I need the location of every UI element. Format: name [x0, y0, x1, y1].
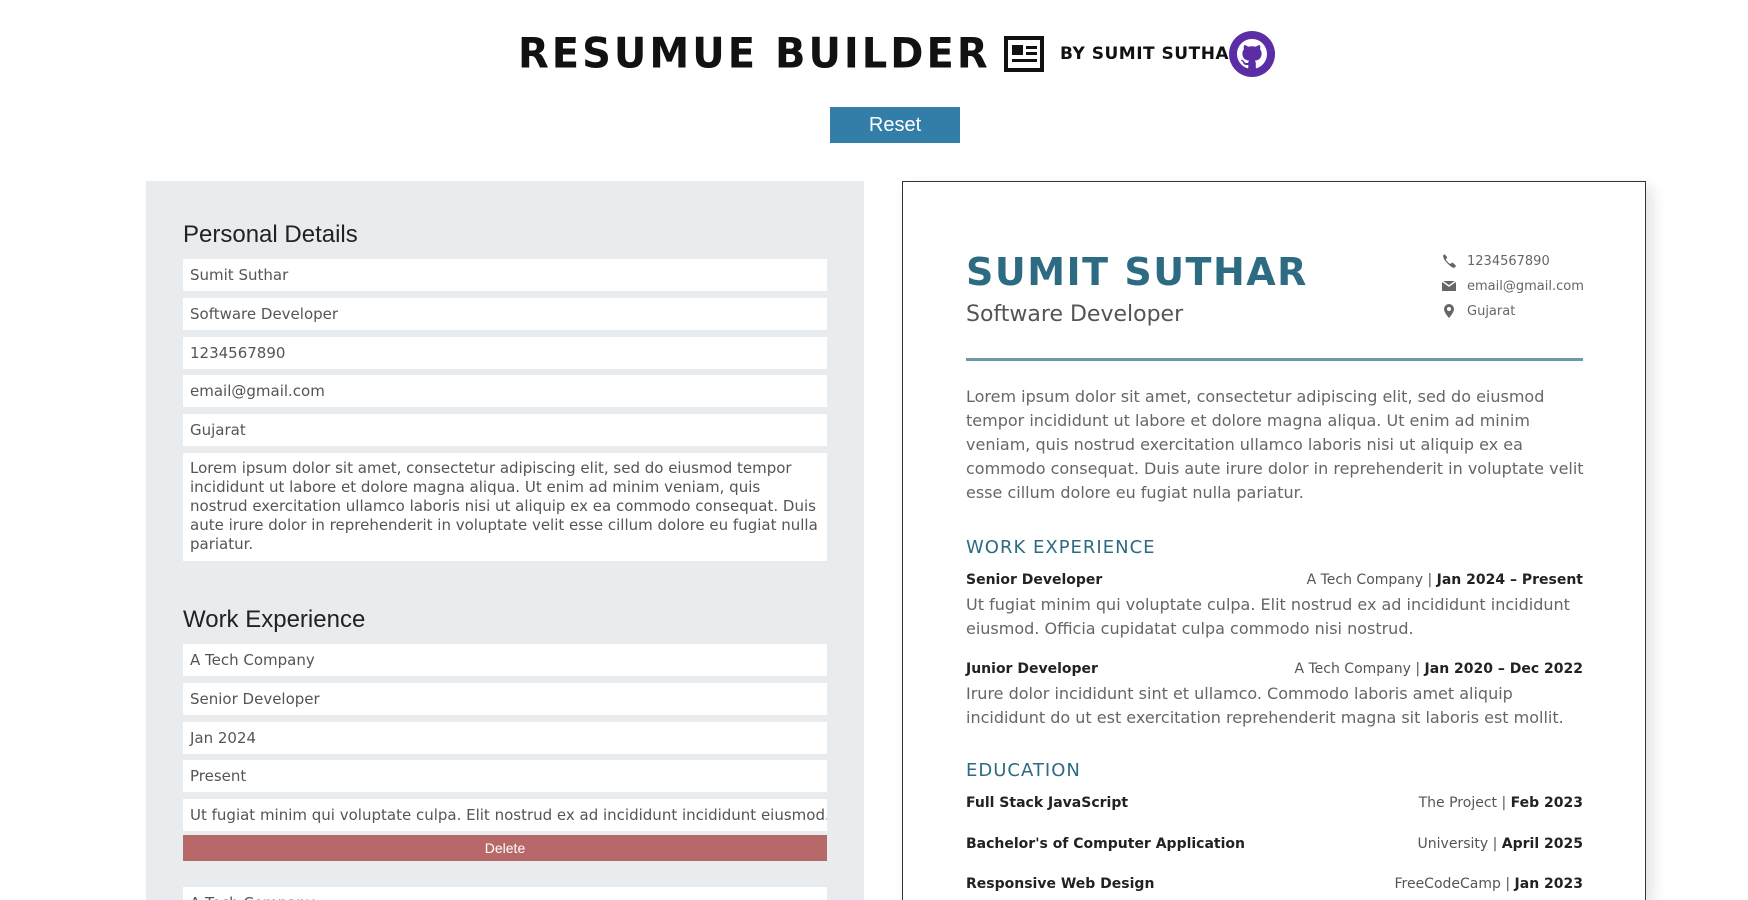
location-pin-icon	[1441, 303, 1459, 321]
summary-textarea[interactable]: Lorem ipsum dolor sit amet, consectetur …	[183, 453, 827, 561]
description-input[interactable]: Ut fugiat minim qui voluptate culpa. Eli…	[183, 799, 827, 831]
work-section-heading: WORK EXPERIENCE	[966, 537, 1156, 558]
personal-details-heading: Personal Details	[183, 221, 358, 248]
phone-icon	[1441, 253, 1459, 271]
role-input[interactable]: Senior Developer	[183, 683, 827, 715]
contact-location: Gujarat	[1441, 303, 1591, 323]
education-school: University	[1417, 836, 1489, 852]
author-byline: BY SUMIT SUTHAR	[1060, 44, 1243, 64]
app-title: RESUMUE BUILDER	[518, 29, 991, 79]
work-entry-header: Senior Developer A Tech Company | Jan 20…	[966, 572, 1583, 592]
resume-summary: Lorem ipsum dolor sit amet, consectetur …	[966, 387, 1584, 502]
editor-panel: Personal Details Sumit Suthar Software D…	[146, 181, 864, 900]
work-company: A Tech Company	[1306, 572, 1424, 588]
company-input[interactable]: A Tech Company	[183, 887, 827, 900]
contact-email: email@gmail.com	[1441, 278, 1591, 298]
resume-preview: SUMIT SUTHAR Software Developer 12345678…	[902, 181, 1646, 900]
delete-button[interactable]: Delete	[183, 835, 827, 861]
reset-button[interactable]: Reset	[830, 107, 960, 143]
education-school: FreeCodeCamp	[1394, 876, 1501, 892]
job-title-input[interactable]: Software Developer	[183, 298, 827, 330]
work-experience-heading: Work Experience	[183, 606, 366, 633]
education-date: Feb 2023	[1510, 795, 1583, 811]
resume-name: SUMIT SUTHAR	[966, 250, 1308, 294]
resume-title: Software Developer	[966, 302, 1184, 327]
mail-icon	[1441, 278, 1459, 296]
work-company: A Tech Company	[1294, 661, 1411, 677]
newspaper-icon	[1004, 36, 1044, 72]
contact-phone: 1234567890	[1441, 253, 1591, 273]
contact-location-text: Gujarat	[1467, 304, 1516, 319]
work-role: Senior Developer	[966, 572, 1103, 588]
start-date-input[interactable]: Jan 2024	[183, 722, 827, 754]
education-section-heading: EDUCATION	[966, 760, 1081, 781]
app-header: RESUMUE BUILDER BY SUMIT SUTHAR	[0, 30, 1748, 80]
work-dates: Jan 2020 – Dec 2022	[1424, 661, 1583, 677]
company-input[interactable]: A Tech Company	[183, 644, 827, 676]
education-date: April 2025	[1501, 836, 1583, 852]
education-date: Jan 2023	[1514, 876, 1583, 892]
end-date-input[interactable]: Present	[183, 760, 827, 792]
education-meta: University | April 2025	[1417, 836, 1583, 852]
header-divider	[966, 358, 1583, 361]
contact-phone-text: 1234567890	[1467, 254, 1550, 269]
education-school: The Project	[1418, 795, 1498, 811]
contact-email-text: email@gmail.com	[1467, 279, 1584, 294]
phone-input[interactable]: 1234567890	[183, 337, 827, 369]
work-meta: A Tech Company | Jan 2020 – Dec 2022	[1294, 661, 1583, 677]
education-entry: Responsive Web Design FreeCodeCamp | Jan…	[966, 876, 1583, 896]
work-description: Irure dolor incididunt sint et ullamco. …	[966, 684, 1564, 727]
education-meta: FreeCodeCamp | Jan 2023	[1394, 876, 1583, 892]
education-degree: Full Stack JavaScript	[966, 795, 1129, 811]
name-input[interactable]: Sumit Suthar	[183, 259, 827, 291]
education-meta: The Project | Feb 2023	[1418, 795, 1583, 811]
work-description: Ut fugiat minim qui voluptate culpa. Eli…	[966, 595, 1570, 638]
work-entry-header: Junior Developer A Tech Company | Jan 20…	[966, 661, 1583, 681]
location-input[interactable]: Gujarat	[183, 414, 827, 446]
email-input[interactable]: email@gmail.com	[183, 375, 827, 407]
education-entry: Bachelor's of Computer Application Unive…	[966, 836, 1583, 856]
work-role: Junior Developer	[966, 661, 1098, 677]
education-degree: Responsive Web Design	[966, 876, 1155, 892]
education-degree: Bachelor's of Computer Application	[966, 836, 1246, 852]
work-meta: A Tech Company | Jan 2024 – Present	[1306, 572, 1583, 588]
work-dates: Jan 2024 – Present	[1436, 572, 1583, 588]
github-icon[interactable]	[1228, 30, 1276, 78]
education-entry: Full Stack JavaScript The Project | Feb …	[966, 795, 1583, 815]
